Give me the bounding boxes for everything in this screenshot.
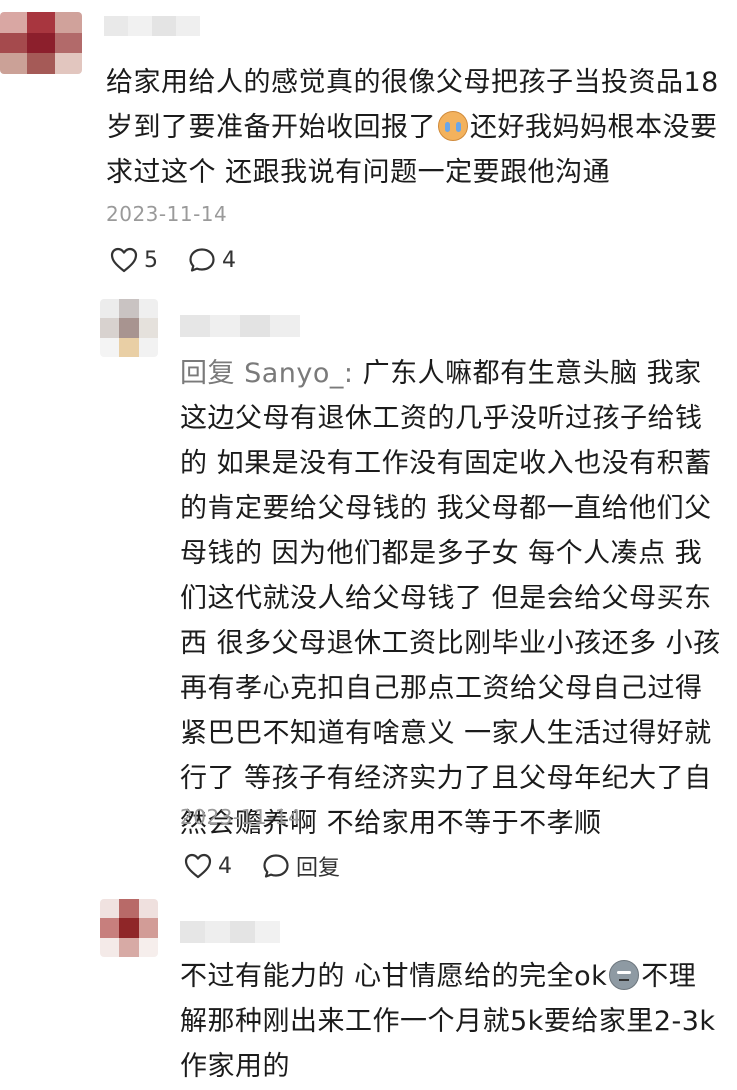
like-count: 5 — [144, 247, 158, 273]
reply-actions: 4 回复 — [184, 850, 370, 882]
reply-button[interactable]: 4 — [188, 247, 236, 273]
comment-text: 给家用给人的感觉真的很像父母把孩子当投资品18岁到了要准备开始收回报了 还好我妈妈… — [106, 60, 722, 195]
reply-count: 4 — [222, 247, 236, 273]
comment-bubble-icon — [263, 854, 289, 878]
reply-button[interactable]: 回复 — [262, 850, 340, 882]
heart-icon — [184, 853, 212, 879]
comment-date: 2023-11-14 — [106, 202, 228, 226]
username-blurred[interactable] — [180, 315, 300, 337]
avatar[interactable] — [100, 299, 158, 357]
reply-date: 2023-11-14 — [180, 805, 302, 829]
comment-bubble-icon — [189, 248, 215, 272]
like-count: 4 — [218, 853, 232, 879]
like-button[interactable]: 5 — [110, 247, 158, 273]
reply-mention-link[interactable]: 回复 Sanyo_: — [180, 358, 353, 389]
reply-text-part: 不过有能力的 心甘情愿给的完全ok — [180, 961, 608, 992]
reply-text: 不过有能力的 心甘情愿给的完全ok 不理解那种刚出来工作一个月就5k要给家里2-3… — [180, 954, 722, 1089]
reply-button-label: 回复 — [296, 856, 341, 881]
reply-text: 回复 Sanyo_: 广东人嘛都有生意头脑 我家这边父母有退休工资的几乎没听过孩… — [180, 351, 722, 846]
username-blurred[interactable] — [180, 921, 280, 943]
avatar[interactable] — [0, 12, 82, 74]
crying-face-emoji-icon — [438, 111, 468, 141]
reply-text-body: 广东人嘛都有生意头脑 我家这边父母有退休工资的几乎没听过孩子给钱的 如果是没有工… — [180, 358, 721, 839]
like-button[interactable]: 4 — [184, 853, 232, 879]
heart-icon — [110, 247, 138, 273]
avatar[interactable] — [100, 899, 158, 957]
smirk-face-emoji-icon — [609, 960, 640, 990]
username-blurred[interactable] — [104, 16, 200, 36]
comment-actions: 5 4 — [110, 247, 266, 273]
